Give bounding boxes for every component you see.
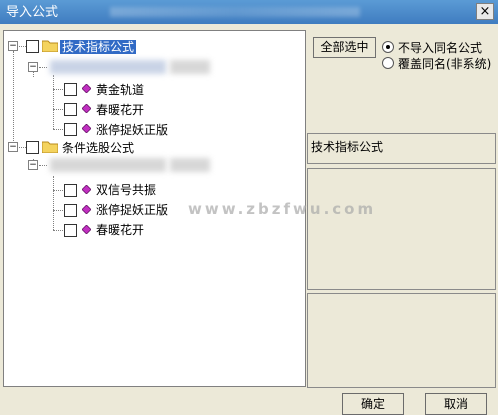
formula-checkbox[interactable]: [64, 103, 77, 116]
description-panel: [307, 168, 496, 290]
tree-line: [19, 147, 26, 148]
tree-line: [19, 46, 26, 47]
formula-type-text: 技术指标公式: [311, 140, 384, 154]
formula-checkbox[interactable]: [64, 123, 77, 136]
formula-label[interactable]: 涨停捉妖正版: [96, 121, 168, 138]
tree-line: [53, 129, 63, 130]
tree-line: [53, 210, 63, 211]
blurred-source-label: [50, 60, 166, 74]
tree-line: [39, 165, 47, 166]
formula-icon: [82, 185, 91, 194]
watermark-text: www.zbzfwu.com: [188, 200, 377, 218]
formula-label[interactable]: 涨停捉妖正版: [96, 201, 168, 218]
tree-line: [53, 75, 54, 129]
formula-checkbox[interactable]: [64, 184, 77, 197]
formula-icon: [82, 225, 91, 234]
radio-no-import-label[interactable]: 不导入同名公式: [398, 39, 482, 56]
blurred-source-label: [50, 158, 166, 172]
formula-type-panel: 技术指标公式: [307, 133, 496, 164]
tree-line: [53, 109, 63, 110]
formula-label[interactable]: 黄金轨道: [96, 81, 144, 98]
formula-icon: [82, 104, 91, 113]
tree-line: [53, 190, 63, 191]
tree-line: [39, 67, 47, 68]
formula-label[interactable]: 双信号共振: [96, 181, 156, 198]
detail-panel: [307, 293, 496, 388]
group-label-screening[interactable]: 条件选股公式: [62, 139, 134, 156]
ok-button[interactable]: 确定: [342, 393, 404, 415]
close-button[interactable]: ×: [476, 3, 494, 20]
radio-overwrite[interactable]: [382, 57, 394, 69]
select-all-button[interactable]: 全部选中: [313, 37, 376, 58]
folder-icon: [42, 40, 58, 52]
group-label-technical[interactable]: 技术指标公式: [60, 38, 137, 55]
window-title: 导入公式: [6, 5, 59, 20]
folder-icon: [42, 141, 58, 153]
group-checkbox[interactable]: [26, 40, 39, 53]
blurred-source-label: [170, 60, 210, 74]
radio-overwrite-label[interactable]: 覆盖同名(非系统): [398, 55, 491, 72]
formula-label[interactable]: 春暖花开: [96, 101, 144, 118]
collapse-toggle[interactable]: −: [28, 62, 38, 72]
tree-line: [53, 230, 63, 231]
tree-line: [53, 89, 63, 90]
formula-icon: [82, 205, 91, 214]
title-bar: 导入公式 ×: [0, 0, 498, 24]
tree-line: [53, 176, 54, 230]
collapse-toggle[interactable]: −: [8, 142, 18, 152]
blurred-title-area: [110, 7, 360, 17]
group-checkbox[interactable]: [26, 141, 39, 154]
formula-checkbox[interactable]: [64, 83, 77, 96]
formula-checkbox[interactable]: [64, 224, 77, 237]
blurred-source-label: [170, 158, 210, 172]
tree-line: [13, 51, 14, 147]
collapse-toggle[interactable]: −: [8, 41, 18, 51]
formula-icon: [82, 84, 91, 93]
collapse-toggle[interactable]: −: [28, 160, 38, 170]
radio-no-import[interactable]: [382, 41, 394, 53]
cancel-button[interactable]: 取消: [425, 393, 487, 415]
formula-checkbox[interactable]: [64, 204, 77, 217]
formula-icon: [82, 124, 91, 133]
formula-label[interactable]: 春暖花开: [96, 221, 144, 238]
